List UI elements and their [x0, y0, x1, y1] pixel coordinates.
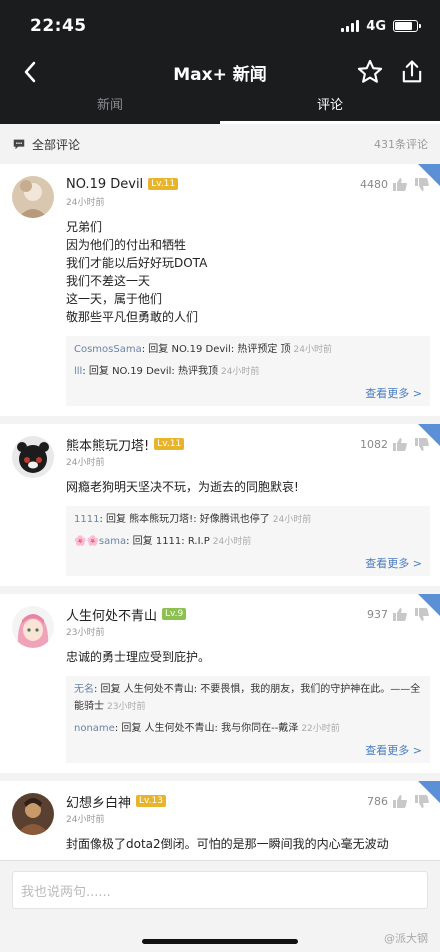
favorite-button[interactable]	[356, 58, 384, 86]
reply-item[interactable]: noname: 回复 人生何处不青山: 我与你同在--戴泽 22小时前	[74, 720, 422, 738]
see-more-link[interactable]: 查看更多 >	[74, 555, 422, 571]
reply-list: CosmosSama: 回复 NO.19 Devil: 热评预定 顶 24小时前 …	[66, 336, 430, 406]
network-label: 4G	[366, 18, 386, 34]
thumbs-up-icon	[393, 438, 407, 451]
reply-time: 23小时前	[107, 702, 146, 712]
comment-count: 431条评论	[374, 138, 428, 151]
reply-text: : 回复 人生何处不青山: 我与你同在--戴泽	[114, 723, 299, 734]
share-icon	[402, 60, 422, 83]
comment-item: 熊本熊玩刀塔! Lv.11 24小时前 1082 网瘾老狗明天坚决不玩，为逝去的…	[0, 424, 440, 586]
level-badge: Lv.11	[148, 178, 179, 190]
comment-item: 幻想乡白神 Lv.13 24小时前 786 封面像极了dota2倒闭。可怕的是那…	[0, 781, 440, 863]
status-time: 22:45	[30, 16, 87, 36]
comment-input-bar: 我也说两句...... @派大钢	[0, 860, 440, 952]
comment-text: 忠诚的勇士理应受到庇护。	[66, 650, 211, 664]
signal-icon	[341, 20, 360, 32]
reply-author[interactable]: noname	[74, 723, 115, 734]
reply-author[interactable]: 🌸🌸sama	[74, 536, 126, 547]
tab-bar: 新闻 评论	[0, 92, 440, 124]
comment-input[interactable]: 我也说两句......	[12, 871, 428, 909]
reply-text: : 回复 NO.19 Devil: 热评预定 顶	[141, 344, 291, 355]
hot-badge-icon	[418, 781, 440, 803]
reply-author[interactable]: CosmosSama	[74, 344, 142, 355]
hot-badge-icon	[418, 594, 440, 616]
like-count: 937	[367, 608, 388, 621]
reply-author[interactable]: 无名	[74, 684, 94, 695]
reply-item[interactable]: CosmosSama: 回复 NO.19 Devil: 热评预定 顶 24小时前	[74, 341, 422, 359]
reply-list: 无名: 回复 人生何处不青山: 不要畏惧，我的朋友，我们的守护神在此。——全能骑…	[66, 676, 430, 763]
reply-item[interactable]: 无名: 回复 人生何处不青山: 不要畏惧，我的朋友，我们的守护神在此。——全能骑…	[74, 681, 422, 716]
reply-time: 24小时前	[293, 345, 332, 355]
back-button[interactable]	[16, 58, 44, 86]
tab-comments[interactable]: 评论	[220, 92, 440, 124]
comment-author[interactable]: 熊本熊玩刀塔!	[66, 435, 149, 454]
comment-author[interactable]: 幻想乡白神	[66, 792, 131, 811]
avatar[interactable]	[12, 436, 54, 478]
tab-news[interactable]: 新闻	[0, 92, 220, 124]
see-more-link[interactable]: 查看更多 >	[74, 742, 422, 758]
level-badge: Lv.13	[136, 795, 166, 807]
level-badge: Lv.11	[154, 438, 185, 450]
status-indicators: 4G	[341, 18, 421, 34]
avatar[interactable]	[12, 176, 54, 218]
thumbs-up-icon	[393, 178, 407, 191]
see-more-link[interactable]: 查看更多 >	[74, 385, 422, 401]
avatar[interactable]	[12, 606, 54, 648]
reply-time: 24小时前	[272, 515, 312, 525]
comment-author[interactable]: 人生何处不青山	[66, 605, 157, 624]
active-tab-indicator	[220, 121, 440, 124]
comment-item: NO.19 Devil Lv.11 24小时前 4480 兄弟们 因为他们的付出…	[0, 164, 440, 416]
reply-text: : 回复 NO.19 Devil: 热评我顶	[82, 366, 218, 377]
chevron-left-icon	[24, 61, 36, 83]
reply-time: 24小时前	[212, 537, 252, 547]
reply-text: : 回复 1111: R.I.P	[126, 536, 210, 547]
like-count: 786	[367, 795, 388, 808]
comment-author[interactable]: NO.19 Devil	[66, 177, 143, 192]
reply-list: 1111: 回复 熊本熊玩刀塔!: 好像腾讯也停了 24小时前 🌸🌸sama: 回…	[66, 506, 430, 576]
hot-badge-icon	[418, 164, 440, 186]
star-icon	[357, 59, 383, 83]
reply-text: : 回复 熊本熊玩刀塔!: 好像腾讯也停了	[99, 514, 270, 525]
reply-item[interactable]: 1111: 回复 熊本熊玩刀塔!: 好像腾讯也停了 24小时前	[74, 511, 422, 529]
reply-item[interactable]: lll: 回复 NO.19 Devil: 热评我顶 24小时前	[74, 363, 422, 381]
comment-time: 24小时前	[66, 198, 105, 208]
section-title: 全部评论	[32, 137, 81, 152]
comment-time: 24小时前	[66, 815, 105, 825]
avatar[interactable]	[12, 793, 54, 835]
comment-text: 网瘾老狗明天坚决不玩，为逝去的同胞默哀!	[66, 480, 299, 494]
status-bar: 22:45 4G	[0, 0, 440, 52]
hot-badge-icon	[418, 424, 440, 446]
reply-time: 24小时前	[220, 367, 260, 377]
reply-item[interactable]: 🌸🌸sama: 回复 1111: R.I.P 24小时前	[74, 533, 422, 551]
comment-item: 人生何处不青山 Lv.9 23小时前 937 忠诚的勇士理应受到庇护。 无名: …	[0, 594, 440, 773]
battery-icon	[393, 20, 421, 32]
level-badge: Lv.9	[162, 608, 187, 620]
comment-bubble-icon	[13, 139, 25, 150]
nav-bar: Max+ 新闻	[0, 52, 440, 92]
thumbs-up-icon	[393, 795, 407, 808]
reply-author[interactable]: 1111	[74, 514, 99, 525]
reply-time: 22小时前	[301, 724, 340, 734]
share-button[interactable]	[398, 58, 426, 86]
thumbs-up-icon	[393, 608, 407, 621]
like-count: 1082	[360, 438, 388, 451]
home-indicator[interactable]	[142, 939, 298, 944]
watermark: @派大钢	[384, 932, 428, 945]
comment-text: 封面像极了dota2倒闭。可怕的是那一瞬间我的内心毫无波动	[66, 837, 389, 851]
comments-header: 全部评论 431条评论	[0, 124, 440, 164]
comment-text: 兄弟们 因为他们的付出和牺牲 我们才能以后好好玩DOTA 我们不差这一天 这一天…	[66, 220, 208, 324]
comment-time: 23小时前	[66, 628, 105, 638]
comment-time: 24小时前	[66, 458, 105, 468]
like-count: 4480	[360, 178, 388, 191]
